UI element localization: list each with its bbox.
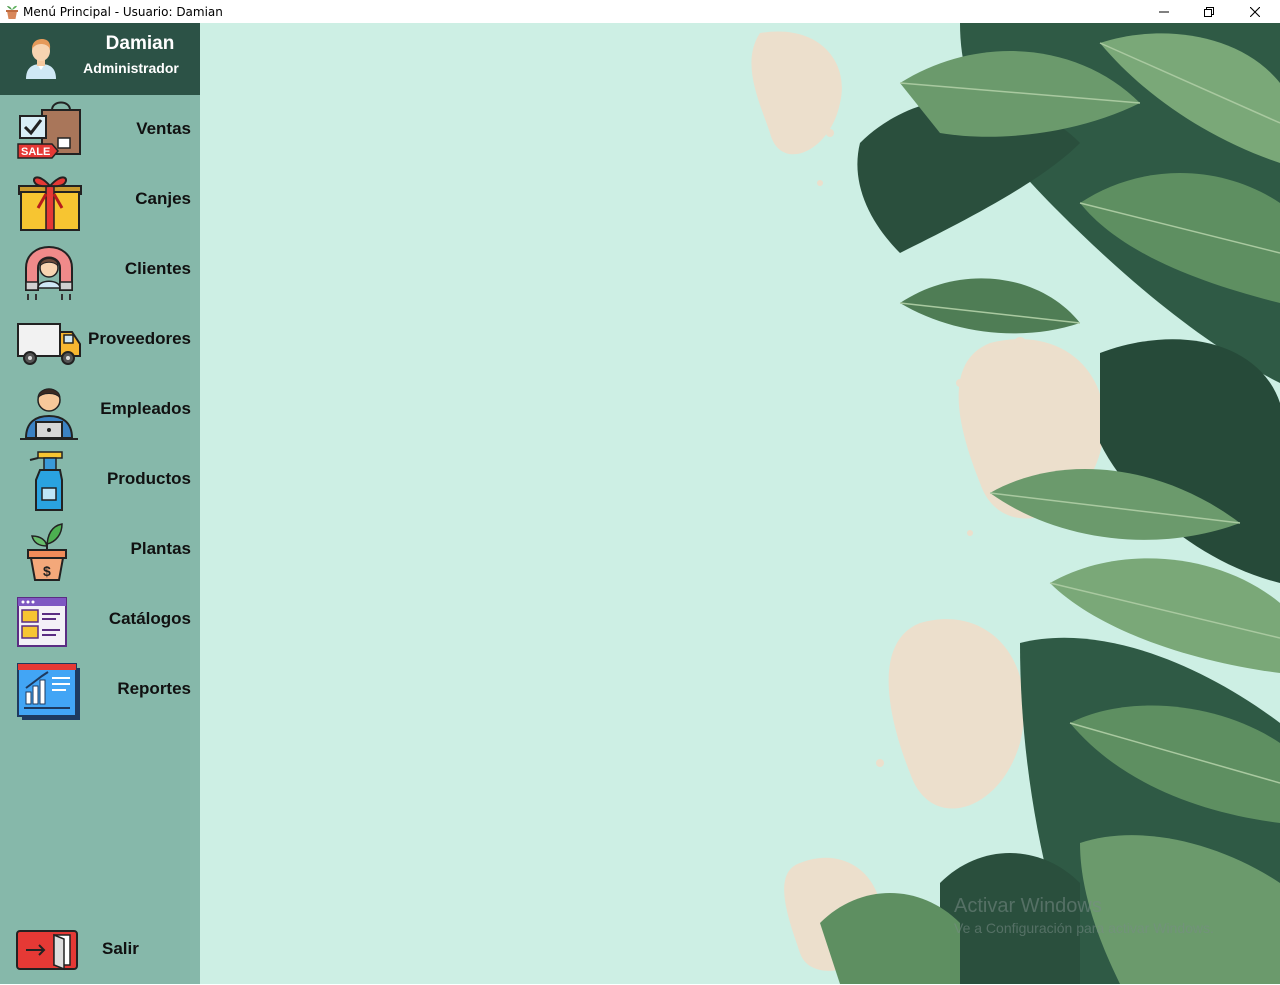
user-role: Administrador bbox=[83, 60, 179, 76]
restore-icon bbox=[1204, 6, 1214, 17]
nav-label-reportes: Reportes bbox=[117, 679, 191, 698]
nav-label-catalogos: Catálogos bbox=[108, 609, 191, 628]
exit-label: Salir bbox=[102, 939, 139, 958]
tropical-leaves-illustration bbox=[751, 23, 1280, 984]
delivery-truck-icon bbox=[17, 323, 81, 365]
restore-button[interactable] bbox=[1186, 0, 1232, 23]
nav-label-proveedores: Proveedores bbox=[88, 329, 191, 348]
close-button[interactable] bbox=[1232, 0, 1278, 23]
exit-door-icon bbox=[16, 930, 78, 971]
svg-text:$: $ bbox=[43, 563, 51, 579]
gift-box-icon bbox=[18, 176, 82, 231]
minimize-button[interactable] bbox=[1141, 0, 1187, 23]
nav-label-empleados: Empleados bbox=[100, 399, 191, 418]
nav-label-ventas: Ventas bbox=[136, 119, 191, 138]
customer-magnet-icon bbox=[25, 246, 73, 300]
nav-item-reportes[interactable]: Reportes bbox=[0, 655, 200, 725]
nav-item-plantas[interactable]: $ Plantas bbox=[0, 515, 200, 585]
spray-bottle-icon bbox=[29, 451, 63, 511]
user-avatar-icon bbox=[26, 39, 56, 79]
window-title: Menú Principal - Usuario: Damian bbox=[23, 4, 223, 19]
nav-item-clientes[interactable]: Clientes bbox=[0, 235, 200, 305]
nav-item-ventas[interactable]: SALE Ventas bbox=[0, 95, 200, 165]
nav-label-productos: Productos bbox=[106, 469, 191, 488]
minimize-icon bbox=[1159, 11, 1169, 12]
nav-item-proveedores[interactable]: Proveedores bbox=[0, 305, 200, 375]
svg-text:SALE: SALE bbox=[21, 146, 50, 158]
user-name: Damian bbox=[105, 33, 175, 54]
shopping-bag-sale-icon: SALE bbox=[17, 101, 81, 159]
nav-item-catalogos[interactable]: Catálogos bbox=[0, 585, 200, 655]
sidebar: Damian Administrador SALE Ventas Canjes … bbox=[0, 23, 200, 984]
employee-laptop-icon bbox=[20, 388, 78, 440]
title-bar: Menú Principal - Usuario: Damian bbox=[0, 0, 1280, 23]
user-header: Damian Administrador bbox=[0, 23, 200, 95]
close-icon bbox=[1250, 6, 1260, 17]
nav-label-canjes: Canjes bbox=[135, 189, 191, 208]
plant-pot-app-icon bbox=[6, 5, 18, 19]
report-chart-icon bbox=[17, 663, 80, 720]
catalog-window-icon bbox=[17, 597, 67, 647]
nav-item-canjes[interactable]: Canjes bbox=[0, 165, 200, 235]
nav-label-plantas: Plantas bbox=[130, 539, 191, 558]
nav-item-productos[interactable]: Productos bbox=[0, 445, 200, 515]
plant-pot-icon: $ bbox=[27, 523, 67, 581]
nav-item-empleados[interactable]: Empleados bbox=[0, 375, 200, 445]
activation-watermark-title: Activar Windows bbox=[954, 895, 1102, 917]
activation-watermark-subtitle: Ve a Configuración para activar Windows. bbox=[954, 920, 1214, 936]
main-background: Activar Windows Ve a Configuración para … bbox=[200, 23, 1280, 984]
app-window: Menú Principal - Usuario: Damian Damian … bbox=[0, 0, 1280, 984]
exit-button[interactable]: Salir bbox=[0, 915, 200, 985]
nav-label-clientes: Clientes bbox=[124, 259, 191, 278]
